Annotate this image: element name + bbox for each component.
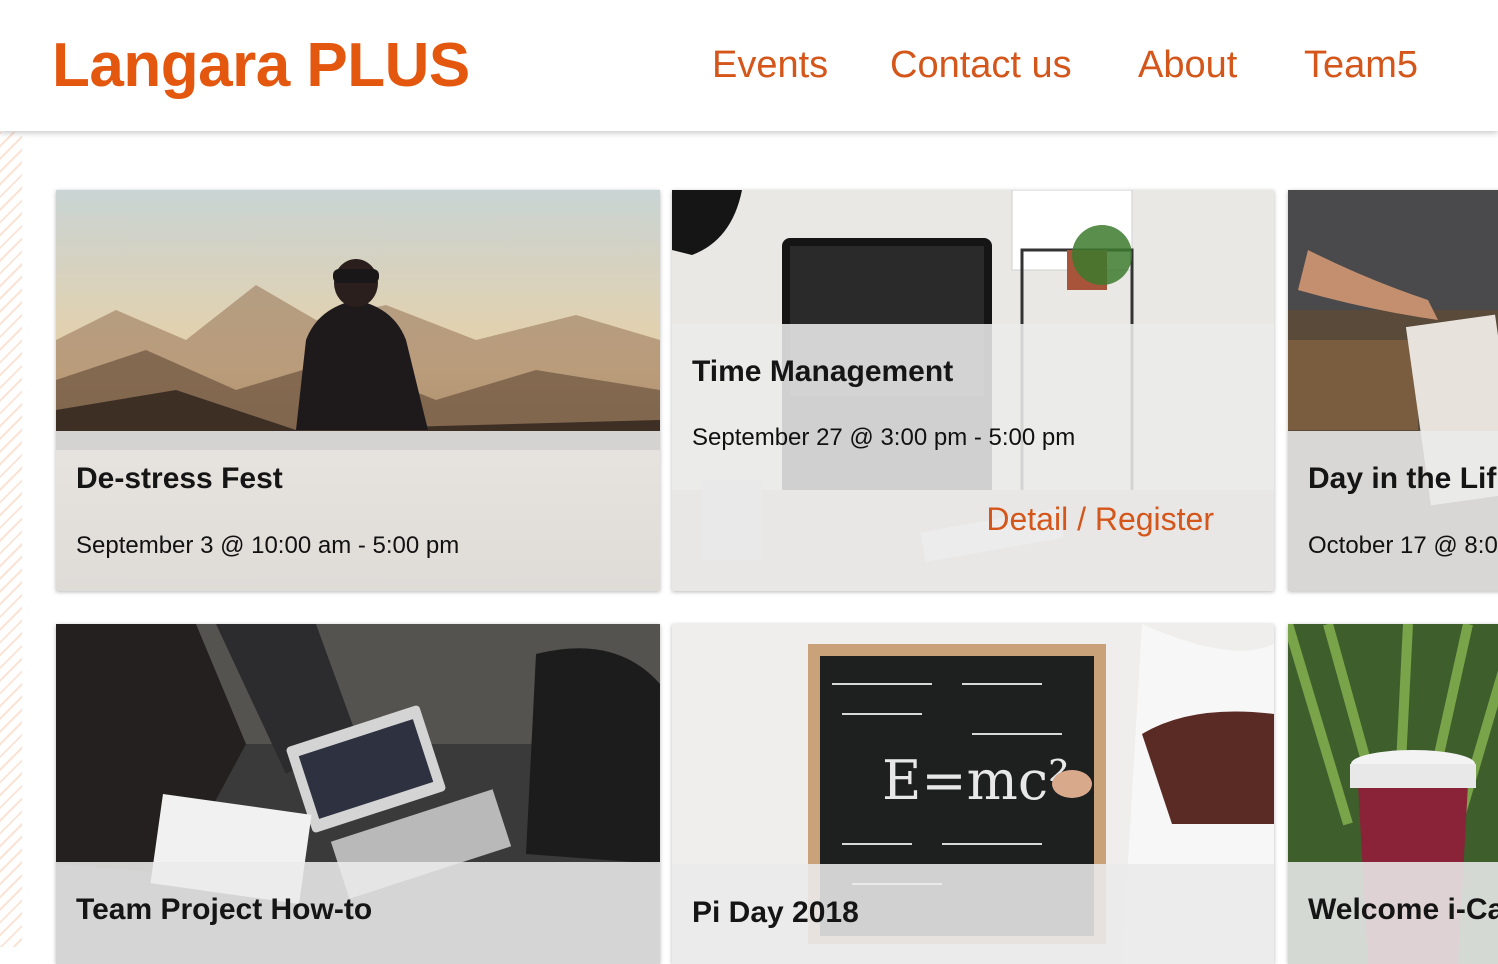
detail-register-link[interactable]: Detail / Register	[986, 500, 1214, 538]
nav-about[interactable]: About	[1138, 42, 1237, 88]
event-date: September 27 @ 3:00 pm - 5:00 pm	[692, 424, 1076, 451]
card-info-panel: Time Management September 27 @ 3:00 pm -…	[672, 324, 1274, 591]
event-title: Welcome i-Ca	[1308, 893, 1498, 926]
site-header: Langara PLUS Events Contact us About Tea…	[0, 0, 1498, 131]
decorative-stripe	[0, 132, 22, 947]
event-title: Time Management	[692, 355, 954, 388]
event-title: Pi Day 2018	[692, 896, 859, 929]
nav-contact-us[interactable]: Contact us	[890, 42, 1072, 88]
event-card-de-stress-fest[interactable]: De-stress Fest September 3 @ 10:00 am - …	[56, 190, 660, 591]
card-info-panel: Day in the Lif October 17 @ 8:0	[1288, 431, 1498, 591]
card-info-panel: Welcome i-Ca	[1288, 862, 1498, 964]
event-card-team-project[interactable]: Team Project How-to	[56, 624, 660, 964]
formula-doodle: E=mc²	[882, 749, 1070, 812]
card-info-panel: De-stress Fest September 3 @ 10:00 am - …	[56, 431, 660, 591]
event-date: October 17 @ 8:0	[1308, 532, 1498, 559]
event-title: Team Project How-to	[76, 893, 373, 926]
event-title: De-stress Fest	[76, 462, 283, 495]
event-title: Day in the Lif	[1308, 462, 1497, 495]
event-card-day-in-the-life[interactable]: Day in the Lif October 17 @ 8:0	[1288, 190, 1498, 591]
event-card-welcome-i-cafe[interactable]: Welcome i-Ca	[1288, 624, 1498, 964]
site-logo[interactable]: Langara PLUS	[52, 28, 470, 104]
nav-events[interactable]: Events	[712, 42, 828, 88]
nav-team5[interactable]: Team5	[1304, 42, 1418, 88]
event-card-pi-day[interactable]: E=mc² Pi Day 2018	[672, 624, 1274, 964]
card-info-panel: Team Project How-to	[56, 862, 660, 964]
event-date: September 3 @ 10:00 am - 5:00 pm	[76, 532, 460, 559]
card-info-panel: Pi Day 2018	[672, 864, 1274, 964]
event-card-time-management[interactable]: Time Management September 27 @ 3:00 pm -…	[672, 190, 1274, 591]
